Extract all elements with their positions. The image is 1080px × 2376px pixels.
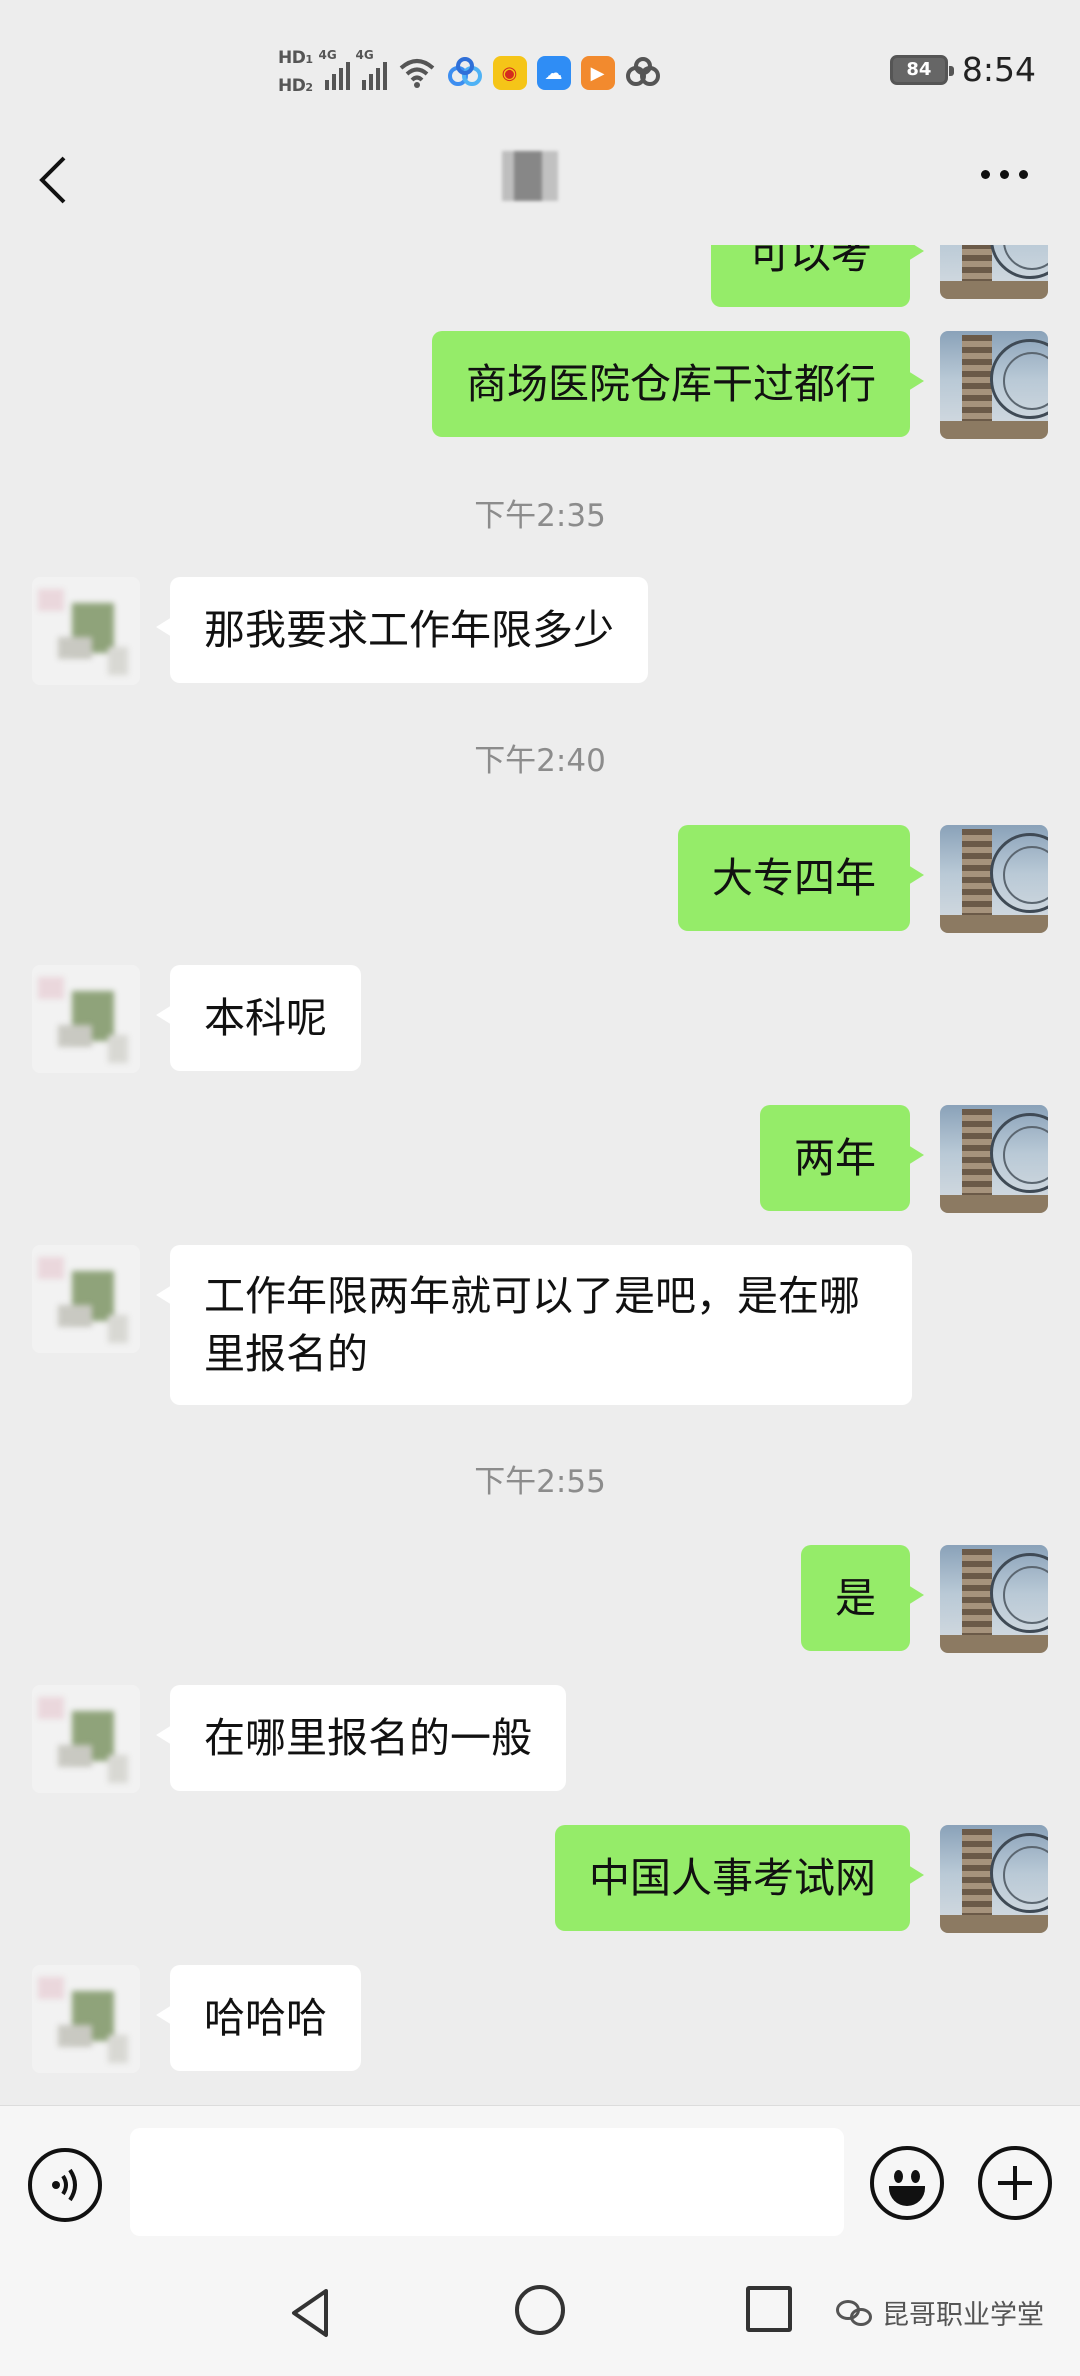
hd-badge-sim1: HD1 [278, 48, 313, 68]
message-incoming: 那我要求工作年限多少 [156, 577, 648, 683]
message-bubble[interactable]: 是 [801, 1545, 924, 1651]
video-icon: ▶ [580, 56, 615, 90]
my-avatar[interactable] [940, 1105, 1048, 1213]
message-bubble[interactable]: 大专四年 [678, 825, 924, 931]
message-incoming: 在哪里报名的一般 [156, 1685, 566, 1791]
message-bubble[interactable]: 那我要求工作年限多少 [156, 577, 648, 683]
hd-indicator: HD1 HD2 [278, 48, 313, 98]
chevron-left-icon[interactable] [34, 150, 74, 210]
battery-level: 84 [906, 59, 932, 80]
contact-avatar[interactable] [32, 577, 140, 685]
more-dots-icon[interactable] [981, 170, 1028, 179]
contact-avatar[interactable] [32, 1965, 140, 2073]
circle-home-icon[interactable] [515, 2285, 565, 2335]
message-bubble[interactable]: 哈哈哈 [156, 1965, 361, 2071]
my-avatar[interactable] [940, 245, 1048, 299]
contact-name-blurred [502, 151, 558, 201]
message-outgoing: 两年 [760, 1105, 924, 1211]
timestamp: 下午2:40 [474, 743, 606, 779]
wifi-icon [399, 59, 434, 88]
hd-badge-sim2: HD2 [278, 76, 313, 96]
message-input[interactable] [130, 2128, 844, 2236]
status-bar: HD1 HD2 4G 4G ◉ ☁ ▶ 84 8:54 [0, 0, 1080, 145]
contact-avatar[interactable] [32, 1685, 140, 1793]
status-right: 84 8:54 [889, 50, 1036, 89]
my-avatar[interactable] [940, 1825, 1048, 1933]
voice-wave-icon [52, 2168, 77, 2202]
square-recent-icon[interactable] [746, 2286, 792, 2332]
message-bubble[interactable]: 在哪里报名的一般 [156, 1685, 566, 1791]
cloud-icon: ☁ [536, 56, 571, 90]
message-list[interactable]: 可以考 商场医院仓库干过都行 下午2:35 那我要求工作年限多少 下午2:40 … [0, 245, 1080, 2105]
message-bubble[interactable]: 本科呢 [156, 965, 361, 1071]
baidu-netdisk-icon-2 [625, 57, 660, 86]
voice-icon[interactable] [28, 2148, 102, 2222]
timestamp: 下午2:55 [474, 1464, 606, 1500]
message-bubble[interactable]: 两年 [760, 1105, 924, 1211]
watermark-text: 昆哥职业学堂 [882, 2300, 1044, 2331]
triangle-back-icon[interactable] [286, 2285, 336, 2341]
timestamp: 下午2:35 [474, 498, 606, 534]
message-bubble[interactable]: 中国人事考试网 [555, 1825, 924, 1931]
message-incoming: 工作年限两年就可以了是吧，是在哪里报名的 [156, 1245, 912, 1405]
contact-avatar[interactable] [32, 1245, 140, 1353]
my-avatar[interactable] [940, 331, 1048, 439]
message-outgoing: 是 [801, 1545, 924, 1651]
status-left-icons: HD1 HD2 4G 4G ◉ ☁ ▶ [278, 42, 661, 104]
my-avatar[interactable] [940, 825, 1048, 933]
message-outgoing: 可以考 [711, 245, 924, 307]
my-avatar[interactable] [940, 1545, 1048, 1653]
message-outgoing: 大专四年 [678, 825, 924, 931]
message-bubble[interactable]: 工作年限两年就可以了是吧，是在哪里报名的 [156, 1245, 912, 1405]
message-incoming: 本科呢 [156, 965, 361, 1071]
signal-sim1-icon: 4G [319, 48, 350, 90]
battery-icon: 84 [889, 54, 954, 85]
contact-avatar[interactable] [32, 965, 140, 1073]
message-bubble[interactable]: 可以考 [711, 245, 924, 307]
message-incoming: 哈哈哈 [156, 1965, 361, 2071]
message-outgoing: 商场医院仓库干过都行 [432, 331, 924, 437]
plus-icon[interactable] [978, 2146, 1052, 2220]
system-nav-bar: 昆哥职业学堂 [0, 2265, 1080, 2376]
message-bubble[interactable]: 商场医院仓库干过都行 [432, 331, 924, 437]
signal-sim2-icon: 4G [356, 48, 387, 90]
input-bar [0, 2105, 1080, 2265]
weibo-icon: ◉ [492, 56, 527, 90]
watermark: 昆哥职业学堂 [836, 2293, 1044, 2332]
emoji-icon[interactable] [870, 2146, 944, 2220]
clock: 8:54 [961, 50, 1036, 89]
wechat-logo-icon [836, 2298, 874, 2328]
message-outgoing: 中国人事考试网 [555, 1825, 924, 1931]
baidu-netdisk-icon [447, 57, 482, 86]
